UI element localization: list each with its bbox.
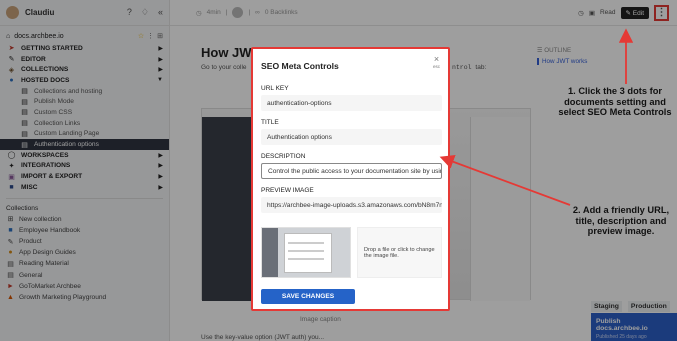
description-field: DESCRIPTION Control the public access to… <box>261 153 442 179</box>
url-key-input[interactable]: authentication-options <box>261 95 442 111</box>
annotation-step-one: 1. Click the 3 dots for documents settin… <box>558 86 672 117</box>
annotation-step-two: 2. Add a friendly URL, title, descriptio… <box>572 205 670 236</box>
modal-title: SEO Meta Controls <box>261 61 339 71</box>
preview-image-thumbnail <box>261 227 351 278</box>
preview-image-field: PREVIEW IMAGE https://archbee-image-uplo… <box>261 187 442 213</box>
preview-image-row: Drop a file or click to change the image… <box>261 227 442 278</box>
esc-hint: esc <box>432 64 440 69</box>
description-label: DESCRIPTION <box>261 153 306 160</box>
title-field: TITLE Authentication options <box>261 119 442 145</box>
save-changes-button[interactable]: SAVE CHANGES <box>261 289 355 304</box>
image-dropzone[interactable]: Drop a file or click to change the image… <box>357 227 442 278</box>
description-input[interactable]: Control the public access to your docume… <box>261 163 442 179</box>
preview-image-url-input[interactable]: https://archbee-image-uploads.s3.amazona… <box>261 197 442 213</box>
close-icon: × <box>433 54 440 64</box>
url-key-label: URL KEY <box>261 85 289 92</box>
title-input[interactable]: Authentication options <box>261 129 442 145</box>
preview-image-label: PREVIEW IMAGE <box>261 187 314 194</box>
seo-meta-controls-modal: SEO Meta Controls × esc URL KEY authenti… <box>251 47 450 311</box>
url-key-field: URL KEY authentication-options <box>261 85 442 111</box>
title-label: TITLE <box>261 119 279 126</box>
close-button[interactable]: × esc <box>432 54 440 70</box>
